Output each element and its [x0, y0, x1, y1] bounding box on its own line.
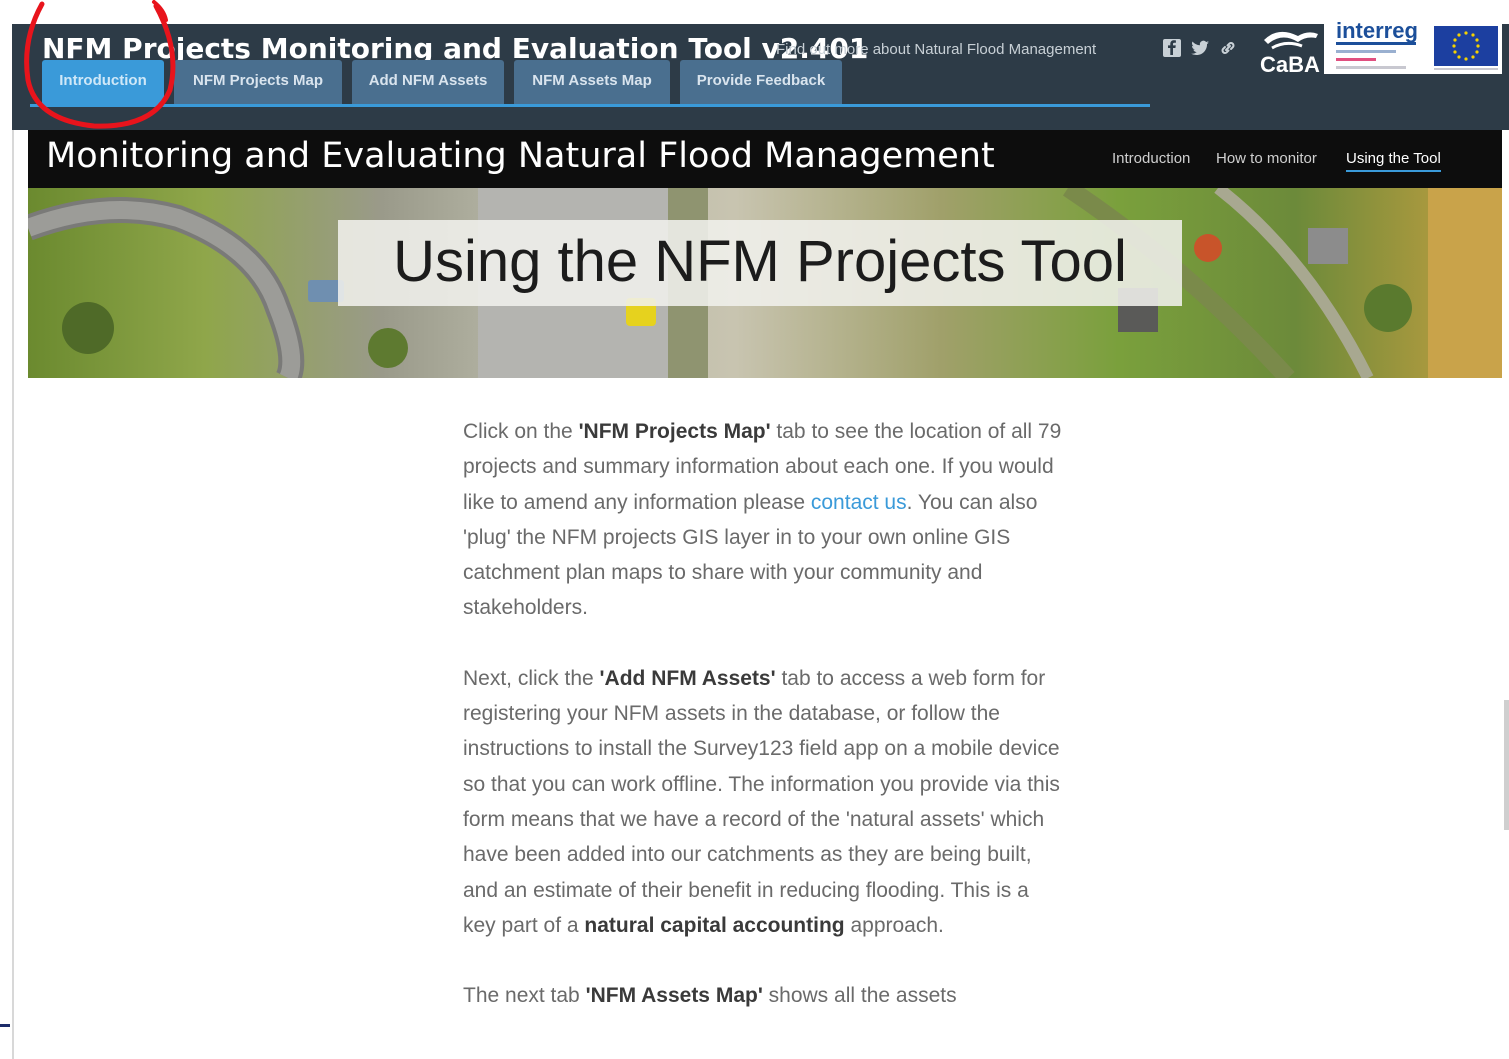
- paragraph-assets-map: The next tab 'NFM Assets Map' shows all …: [463, 984, 957, 1008]
- main-content: Click on the 'NFM Projects Map' tab to s…: [463, 414, 1063, 1048]
- subnav-how-to-monitor[interactable]: How to monitor: [1216, 150, 1317, 167]
- section-header: Monitoring and Evaluating Natural Flood …: [28, 130, 1502, 188]
- interreg-logo[interactable]: interreg: [1324, 18, 1430, 74]
- slide-edge-mark: [0, 1024, 10, 1027]
- interreg-logo-text: interreg: [1336, 18, 1418, 43]
- caba-logo[interactable]: CaBA: [1258, 24, 1324, 78]
- section-title: Monitoring and Evaluating Natural Flood …: [46, 136, 995, 176]
- red-annotation-circle: [24, 0, 176, 129]
- banner-title-box: Using the NFM Projects Tool: [338, 220, 1182, 306]
- find-more-link[interactable]: Find out more about Natural Flood Manage…: [776, 41, 1096, 58]
- hero-banner: Using the NFM Projects Tool: [28, 188, 1502, 378]
- contact-us-link[interactable]: contact us: [811, 491, 907, 514]
- tab-nfm-projects-map[interactable]: NFM Projects Map: [174, 60, 342, 104]
- link-icon[interactable]: [1218, 38, 1238, 58]
- paragraph-projects-map: Click on the 'NFM Projects Map' tab to s…: [463, 420, 1062, 620]
- scrollbar-thumb[interactable]: [1504, 700, 1509, 830]
- caba-logo-text: CaBA: [1260, 52, 1320, 77]
- banner-title: Using the NFM Projects Tool: [393, 229, 1127, 294]
- subnav-introduction[interactable]: Introduction: [1112, 150, 1190, 167]
- eu-flag-logo: [1430, 24, 1502, 74]
- tab-nfm-assets-map[interactable]: NFM Assets Map: [514, 60, 670, 104]
- tab-add-nfm-assets[interactable]: Add NFM Assets: [352, 60, 504, 104]
- subnav-using-the-tool[interactable]: Using the Tool: [1346, 150, 1441, 172]
- tab-provide-feedback[interactable]: Provide Feedback: [680, 60, 842, 104]
- twitter-icon[interactable]: [1190, 38, 1210, 58]
- facebook-icon[interactable]: [1162, 38, 1182, 58]
- paragraph-add-assets: Next, click the 'Add NFM Assets' tab to …: [463, 666, 1060, 937]
- tab-underline: [30, 104, 1150, 107]
